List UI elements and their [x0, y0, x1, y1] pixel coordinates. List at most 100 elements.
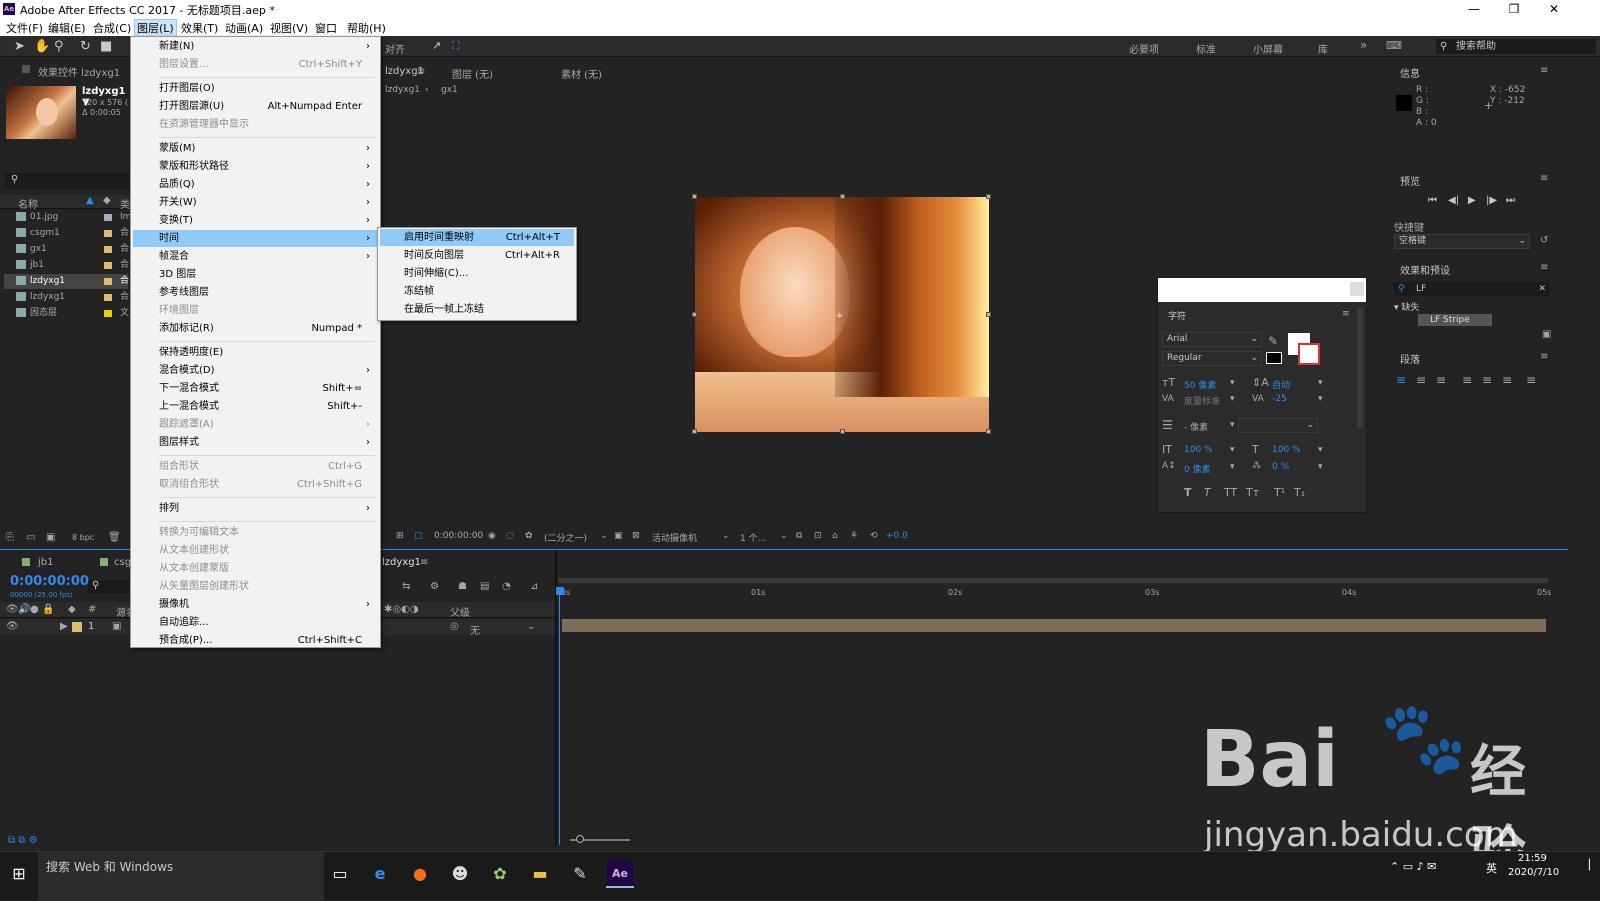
timeline-search-input[interactable]: ⚲: [88, 580, 130, 593]
label-color[interactable]: [104, 262, 112, 269]
camera-tool-icon[interactable]: ■: [100, 39, 112, 54]
flowchart-icon[interactable]: ⚘: [850, 531, 858, 541]
label-color[interactable]: [104, 246, 112, 253]
transform-handle[interactable]: [840, 429, 845, 434]
clear-search-icon[interactable]: ✕: [1538, 282, 1546, 296]
label-color[interactable]: [104, 278, 112, 285]
label-color[interactable]: [104, 230, 112, 237]
time-submenu-item[interactable]: 时间反向图层 Ctrl+Alt+R: [380, 247, 574, 264]
project-item[interactable]: lzdyxg1 合: [4, 290, 129, 305]
layer-menu-item[interactable]: 时间 ›: [133, 230, 378, 247]
time-submenu-item[interactable]: 启用时间重映射 Ctrl+Alt+T: [380, 229, 574, 246]
menu-animation[interactable]: 动画(A): [225, 20, 263, 36]
layer-menu-item[interactable]: 打开图层(O): [133, 80, 378, 97]
new-comp-icon[interactable]: ▣: [46, 532, 55, 543]
panel-close-icon[interactable]: [22, 65, 30, 73]
resolution-select[interactable]: (二分之一): [544, 531, 587, 544]
exposure-value[interactable]: +0.0: [886, 531, 908, 541]
audio-icon[interactable]: 🔊: [18, 604, 30, 615]
dropdown-icon[interactable]: ▾: [1318, 394, 1323, 404]
layer-menu-item[interactable]: 打开图层源(U) Alt+Numpad Enter: [133, 98, 378, 115]
panel-menu-icon[interactable]: ≡: [1540, 351, 1548, 362]
font-family-select[interactable]: Arial ⌄: [1162, 332, 1262, 347]
lock-icon[interactable]: 🔒: [42, 604, 54, 615]
layer-menu-item[interactable]: 添加标记(R) Numpad *: [133, 320, 378, 337]
menu-composition[interactable]: 合成(C): [93, 20, 131, 36]
close-icon[interactable]: ✕: [1534, 0, 1574, 18]
snapshot-icon[interactable]: ◉: [488, 531, 496, 541]
dropdown-icon[interactable]: ▾: [1230, 462, 1235, 472]
next-frame-icon[interactable]: |▶: [1486, 195, 1497, 206]
notepad-icon[interactable]: ✎: [566, 860, 594, 888]
font-size-value[interactable]: 50 像素: [1184, 378, 1216, 391]
dropdown-icon[interactable]: ▾: [1318, 462, 1323, 472]
switches-icon[interactable]: ✱◎◐◑: [384, 604, 419, 615]
timeline-timecode[interactable]: 0:00:00:00: [10, 574, 89, 589]
selection-tool-icon[interactable]: ➤: [14, 39, 25, 54]
edge-icon[interactable]: e: [366, 860, 394, 888]
show-snapshot-icon[interactable]: ◌: [506, 531, 514, 541]
layer-menu-item[interactable]: 自动追踪...: [133, 614, 378, 631]
tray-icons[interactable]: ⌃ ▭ ♪ ✉: [1390, 860, 1436, 873]
project-item[interactable]: gx1 合: [4, 242, 129, 257]
dropdown-icon[interactable]: ▾: [1230, 445, 1235, 455]
black-white-swatch[interactable]: [1266, 352, 1282, 364]
more-workspaces-icon[interactable]: »: [1360, 38, 1367, 52]
subscript-button[interactable]: T₁: [1294, 486, 1305, 499]
sort-up-icon[interactable]: ▲: [86, 195, 94, 206]
footage-tab[interactable]: 素材 (无): [561, 66, 602, 81]
type-column-header[interactable]: 类: [120, 196, 130, 211]
panel-menu-icon[interactable]: ≡: [417, 66, 425, 77]
zoom-slider[interactable]: [570, 835, 630, 843]
solo-icon[interactable]: ●: [30, 604, 39, 615]
stroke-color-swatch[interactable]: [1298, 343, 1320, 365]
menu-file[interactable]: 文件(F): [6, 20, 43, 36]
notification-icon[interactable]: ▕: [1582, 860, 1590, 871]
camera-select[interactable]: 活动摄像机: [652, 531, 697, 544]
clock-date[interactable]: 2020/7/10: [1508, 867, 1559, 878]
small-caps-button[interactable]: Tт: [1246, 486, 1259, 499]
effect-lf-stripe[interactable]: LF Stripe: [1418, 314, 1492, 326]
delete-icon[interactable]: 🗑: [108, 532, 121, 543]
timeline-tab-lzdyxg1[interactable]: lzdyxg1: [382, 557, 421, 568]
label-color[interactable]: [104, 310, 112, 317]
label-column-icon[interactable]: ◆: [103, 195, 111, 206]
sync-settings-icon[interactable]: ⌨: [1386, 39, 1402, 52]
layer-color-label[interactable]: [72, 622, 82, 632]
viewer-timecode[interactable]: 0:00:00:00: [434, 531, 483, 541]
restore-icon[interactable]: ❐: [1494, 0, 1534, 18]
layer-menu-item[interactable]: 排列 ›: [133, 500, 378, 517]
layer-menu-item[interactable]: 上一混合模式 Shift+-: [133, 398, 378, 415]
stroke-width-value[interactable]: - 像素: [1184, 420, 1208, 433]
dropdown-icon[interactable]: ⌄: [780, 531, 788, 541]
color-channel-icon[interactable]: ✿: [525, 531, 533, 541]
layer-menu-item[interactable]: 参考线图层: [133, 284, 378, 301]
layer-menu-item[interactable]: 下一混合模式 Shift+=: [133, 380, 378, 397]
panel-menu-icon[interactable]: ≡: [1540, 173, 1548, 184]
layer-menu-item[interactable]: 保持透明度(E): [133, 344, 378, 361]
after-effects-taskbar-icon[interactable]: Ae: [606, 860, 634, 888]
label-icon[interactable]: ◆: [68, 604, 76, 615]
dropdown-icon[interactable]: ⌄: [722, 531, 730, 541]
project-item[interactable]: lzdyxg1 合: [4, 274, 129, 289]
menu-view[interactable]: 视图(V): [270, 20, 308, 36]
layer-menu-item[interactable]: 预合成(P)... Ctrl+Shift+C: [133, 632, 378, 649]
project-item[interactable]: csgm1 合: [4, 226, 129, 241]
help-search-input[interactable]: ⚲ 搜索帮助: [1436, 39, 1596, 54]
file-explorer-icon[interactable]: ▬: [526, 860, 554, 888]
superscript-button[interactable]: T¹: [1274, 486, 1285, 499]
effects-control-tab[interactable]: 效果控件 lzdyxg1: [38, 64, 120, 79]
hand-tool-icon[interactable]: ✋: [34, 39, 50, 54]
transform-handle[interactable]: [692, 429, 697, 434]
font-style-select[interactable]: Regular ⌄: [1162, 351, 1262, 366]
vertical-scale-value[interactable]: 100 %: [1184, 445, 1213, 455]
menu-layer[interactable]: 图层(L): [134, 19, 177, 37]
video-icon[interactable]: 👁: [6, 621, 19, 632]
work-area-bar[interactable]: [558, 578, 1548, 583]
leading-value[interactable]: 自动: [1272, 378, 1290, 391]
dropdown-icon[interactable]: ▾: [1230, 420, 1235, 430]
toggle-mask-icon[interactable]: ⊞: [396, 531, 404, 541]
fast-draft-icon[interactable]: ⊡: [814, 531, 822, 541]
layer-menu-item[interactable]: 变换(T) ›: [133, 212, 378, 229]
minimize-icon[interactable]: —: [1454, 0, 1494, 18]
